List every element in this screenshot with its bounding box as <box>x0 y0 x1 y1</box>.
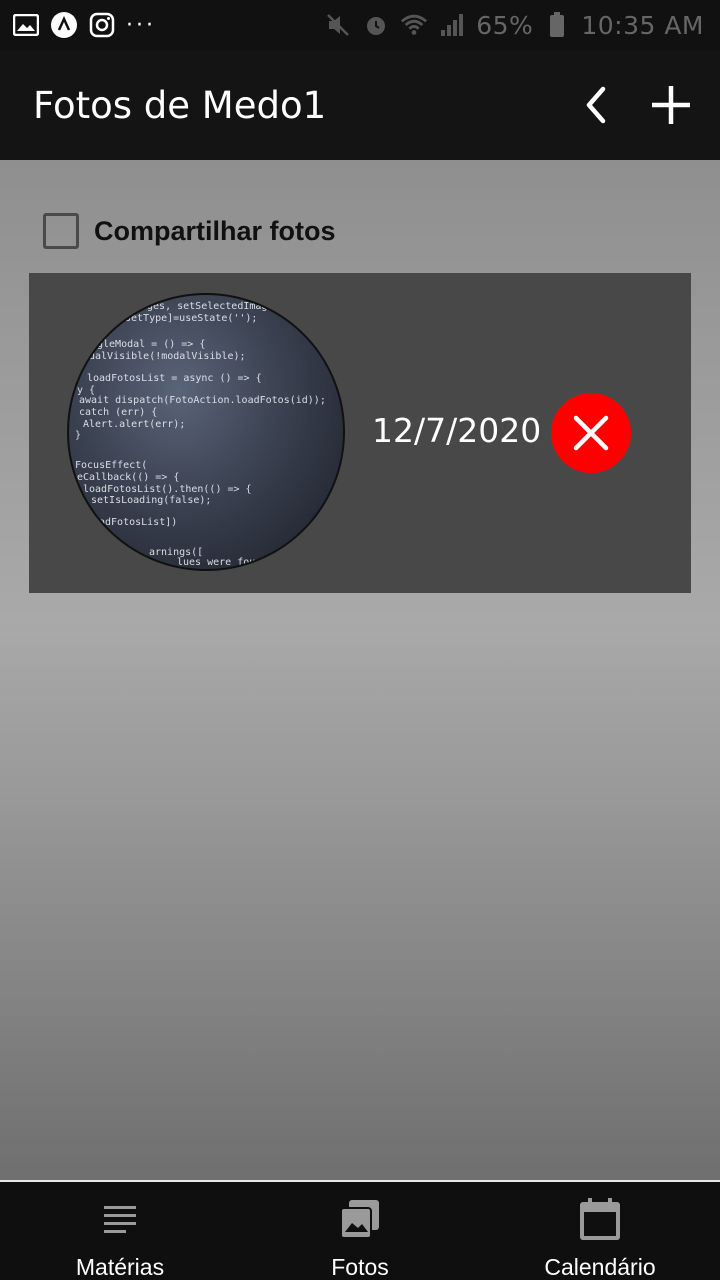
share-photos-toggle[interactable]: Compartilhar fotos <box>43 213 336 249</box>
plus-icon <box>652 86 690 124</box>
share-photos-label: Compartilhar fotos <box>94 215 336 246</box>
nav-item-calendario[interactable]: Calendário <box>520 1182 680 1280</box>
battery-icon <box>543 11 571 39</box>
back-button[interactable] <box>572 80 622 130</box>
photo-code-text: gleModal = () => { <box>97 339 206 350</box>
photo-date: 12/7/2020 <box>372 411 542 450</box>
status-bar: ··· 65% 10:35 AM <box>0 0 720 50</box>
app-icon <box>50 11 78 39</box>
photo-code-text: setType]=useState(''); <box>125 313 258 324</box>
photo-thumbnail[interactable]: ages, setSelectedImages] setType]=useStat… <box>67 293 345 571</box>
signal-icon <box>438 11 466 39</box>
photo-code-text: setIsLoading(false); <box>91 495 212 506</box>
photo-code-text: await dispatch(FotoAction.loadFotos(id))… <box>79 395 326 406</box>
clock: 10:35 AM <box>581 10 704 40</box>
mute-icon <box>324 11 352 39</box>
nav-item-materias[interactable]: Matérias <box>40 1182 200 1280</box>
status-left: ··· <box>12 11 156 39</box>
photo-code-text: Alert.alert(err); <box>83 419 186 430</box>
bottom-nav: Matérias Fotos Calendário <box>0 1180 720 1280</box>
page-title: Fotos de Medo1 <box>33 83 327 127</box>
photo-code-text: ages, setSelectedImages] <box>141 301 286 312</box>
photo-code-text: } <box>75 430 82 441</box>
main-content: Compartilhar fotos ages, setSelectedImag… <box>0 160 720 1180</box>
nav-label-materias: Matérias <box>75 1254 165 1280</box>
chevron-left-icon <box>586 86 606 124</box>
status-right: 65% 10:35 AM <box>324 11 704 40</box>
calendar-icon <box>577 1196 623 1242</box>
add-photo-button[interactable] <box>646 80 696 130</box>
close-icon <box>573 415 609 451</box>
nav-item-fotos[interactable]: Fotos <box>290 1182 430 1280</box>
photos-icon <box>337 1196 383 1242</box>
photo-code-text: loadFotosList().then(() => { <box>83 484 252 495</box>
nav-label-fotos: Fotos <box>331 1254 389 1280</box>
photo-code-text: dalVisible(!modalVisible); <box>89 351 246 362</box>
battery-percent: 65% <box>476 10 534 40</box>
photo-code-text: eCallback(() => { <box>77 472 180 483</box>
photo-code-text: FocusEffect( <box>75 460 148 471</box>
photo-card: ages, setSelectedImages] setType]=useStat… <box>29 273 691 593</box>
more-notifications: ··· <box>126 12 156 38</box>
alarm-icon <box>362 11 390 39</box>
photo-code-text: loadFotosList = async () => { <box>87 373 262 384</box>
wifi-icon <box>400 11 428 39</box>
photo-code-text: catch (err) { <box>79 407 158 418</box>
share-photos-checkbox[interactable] <box>43 213 79 249</box>
nav-label-calendario: Calendário <box>544 1254 656 1280</box>
delete-photo-button[interactable] <box>551 393 631 473</box>
photo-code-text: lues were found <box>177 557 268 568</box>
app-actions <box>572 80 696 130</box>
list-icon <box>97 1196 143 1242</box>
instagram-icon <box>88 11 116 39</box>
photo-code-text: adFotosList]) <box>99 517 178 528</box>
gallery-icon <box>12 11 40 39</box>
app-bar: Fotos de Medo1 <box>0 50 720 160</box>
